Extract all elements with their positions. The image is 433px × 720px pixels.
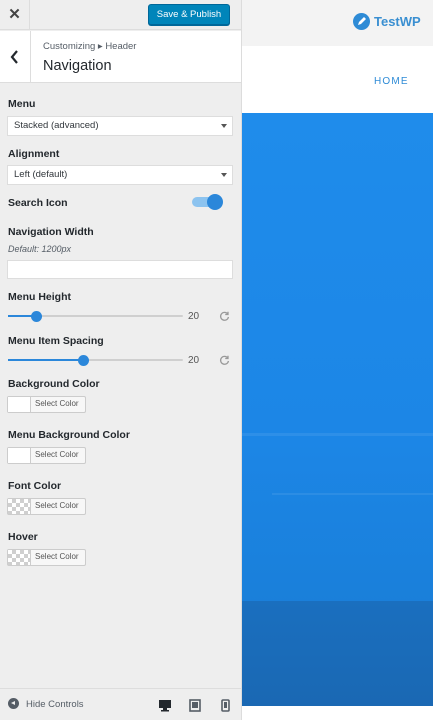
menu-item-spacing-label: Menu Item Spacing xyxy=(8,335,104,347)
menu-background-color-button[interactable]: Select Color xyxy=(7,447,86,464)
collapse-icon xyxy=(8,698,19,709)
chevron-left-icon xyxy=(10,50,18,64)
toggle-knob xyxy=(207,194,223,210)
menu-item-spacing-value: 20 xyxy=(188,355,200,366)
font-color-button[interactable]: Select Color xyxy=(7,498,86,515)
customizer-sidebar: ✕ Save & Publish Customizing ▸ Header Na… xyxy=(0,0,242,720)
hide-controls-button[interactable]: Hide Controls xyxy=(8,698,84,710)
background-color-button[interactable]: Select Color xyxy=(7,396,86,413)
breadcrumb: Customizing ▸ Header xyxy=(43,41,137,52)
reset-icon[interactable] xyxy=(219,311,230,322)
hide-controls-label: Hide Controls xyxy=(26,699,84,710)
background-color-label: Background Color xyxy=(8,378,100,390)
wall-detail xyxy=(242,433,433,436)
save-publish-button[interactable]: Save & Publish xyxy=(148,4,230,25)
alignment-select[interactable]: Left (default) xyxy=(7,165,233,185)
select-color-label: Select Color xyxy=(35,450,79,459)
search-icon-toggle[interactable] xyxy=(192,194,223,210)
close-icon[interactable]: ✕ xyxy=(0,0,30,30)
section-title: Navigation xyxy=(43,58,112,74)
menu-select-value: Stacked (advanced) xyxy=(14,120,99,131)
menu-height-label: Menu Height xyxy=(8,291,71,303)
desktop-preview-icon[interactable] xyxy=(158,699,172,712)
menu-item-spacing-slider[interactable] xyxy=(8,355,183,366)
floor-area xyxy=(242,601,433,706)
section-header: Customizing ▸ Header Navigation xyxy=(0,31,241,83)
menu-background-color-label: Menu Background Color xyxy=(8,429,130,441)
slider-handle[interactable] xyxy=(78,355,90,366)
transparent-swatch xyxy=(8,550,31,565)
search-icon-label: Search Icon xyxy=(8,197,68,209)
hero-image xyxy=(242,113,433,706)
select-color-label: Select Color xyxy=(35,399,79,408)
tablet-preview-icon[interactable] xyxy=(189,699,201,712)
slider-fill xyxy=(8,359,84,361)
color-swatch xyxy=(8,397,31,412)
site-logo[interactable]: TestWP xyxy=(353,13,421,30)
select-color-label: Select Color xyxy=(35,552,79,561)
back-button[interactable] xyxy=(0,31,31,83)
chevron-down-icon xyxy=(221,124,227,128)
font-color-label: Font Color xyxy=(8,480,62,492)
navigation-width-description: Default: 1200px xyxy=(8,244,72,254)
select-color-label: Select Color xyxy=(35,501,79,510)
alignment-select-value: Left (default) xyxy=(14,169,68,180)
mobile-preview-icon[interactable] xyxy=(221,699,230,712)
pencil-icon xyxy=(353,13,370,30)
menu-height-value: 20 xyxy=(188,311,200,322)
menu-select[interactable]: Stacked (advanced) xyxy=(7,116,233,136)
reset-icon[interactable] xyxy=(219,355,230,366)
hover-color-label: Hover xyxy=(8,531,38,543)
site-preview: TestWP HOME xyxy=(242,0,433,720)
menu-height-slider[interactable] xyxy=(8,311,183,322)
hover-color-button[interactable]: Select Color xyxy=(7,549,86,566)
navigation-width-label: Navigation Width xyxy=(8,226,94,238)
slider-handle[interactable] xyxy=(31,311,42,322)
transparent-swatch xyxy=(8,499,31,514)
menu-label: Menu xyxy=(8,98,36,110)
navigation-width-input[interactable] xyxy=(7,260,233,279)
nav-link-home[interactable]: HOME xyxy=(374,76,409,87)
site-header: TestWP xyxy=(242,0,433,46)
color-swatch xyxy=(8,448,31,463)
customizer-header: ✕ Save & Publish xyxy=(0,0,241,30)
chevron-down-icon xyxy=(221,173,227,177)
customizer-footer: Hide Controls xyxy=(0,688,241,720)
wall-detail xyxy=(272,493,433,495)
alignment-label: Alignment xyxy=(8,148,60,160)
site-logo-text: TestWP xyxy=(374,14,421,29)
